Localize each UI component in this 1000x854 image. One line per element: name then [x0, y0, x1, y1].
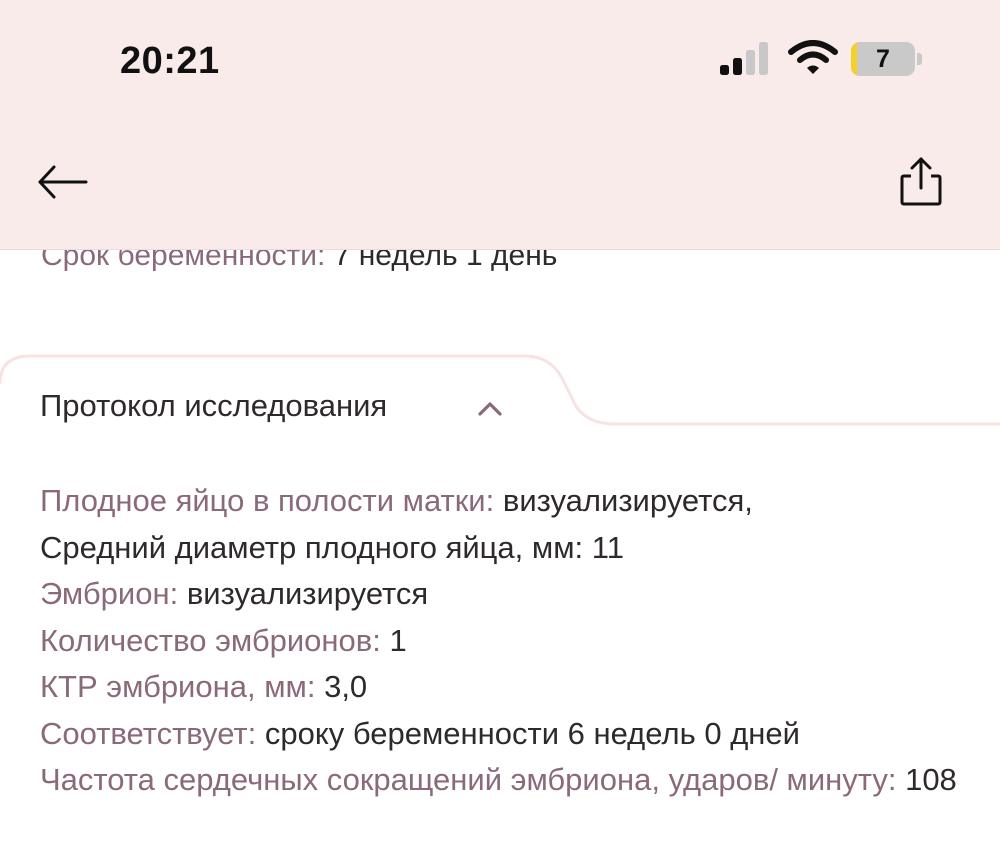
battery-indicator: 7: [851, 42, 922, 76]
back-button[interactable]: [36, 162, 90, 202]
share-button[interactable]: [896, 156, 946, 208]
protocol-value: сроку беременности 6 недель 0 дней: [264, 715, 800, 751]
chevron-up-icon[interactable]: [478, 400, 502, 416]
protocol-row-matches: Соответствует: сроку беременности 6 неде…: [40, 711, 970, 758]
section-title: Протокол исследования: [40, 388, 388, 423]
protocol-value: Средний диаметр плодного яйца, мм: 11: [40, 529, 624, 565]
cellular-signal-icon: [720, 42, 768, 75]
status-time: 20:21: [120, 40, 220, 82]
protocol-label: Соответствует:: [40, 715, 257, 751]
protocol-label: Количество эмбрионов:: [40, 622, 381, 658]
battery-cap: [917, 53, 922, 65]
protocol-value: визуализируется: [186, 576, 429, 611]
protocol-label: КТР эмбриона, мм:: [40, 669, 316, 704]
battery-level: 7: [876, 45, 890, 73]
protocol-value: 108: [905, 762, 957, 797]
arrow-left-icon: [38, 165, 88, 199]
protocol-row-heart-rate: Частота сердечных сокращений эмбриона, у…: [40, 757, 970, 804]
protocol-row-sac-diameter: Средний диаметр плодного яйца, мм: 11: [40, 525, 970, 572]
battery-body: 7: [851, 42, 915, 76]
protocol-value: 3,0: [324, 669, 368, 704]
protocol-label: Плодное яйцо в полости матки:: [40, 483, 495, 518]
protocol-label: Эмбрион:: [40, 576, 179, 611]
app-header: 20:21 7: [0, 0, 1000, 250]
wifi-icon: [788, 40, 838, 74]
app-screen: Срок беременности: 7 недель 1 день Прото…: [0, 0, 1000, 854]
protocol-label: Частота сердечных сокращений эмбриона, у…: [40, 762, 897, 797]
protocol-row-gestational-sac: Плодное яйцо в полости матки: визуализир…: [40, 478, 970, 525]
protocol-list: Плодное яйцо в полости матки: визуализир…: [40, 478, 970, 804]
protocol-value: визуализируется,: [502, 483, 753, 518]
protocol-value: 1: [389, 622, 407, 658]
protocol-row-embryo-count: Количество эмбрионов: 1: [40, 618, 970, 665]
share-icon: [900, 157, 942, 206]
protocol-row-embryo: Эмбрион: визуализируется: [40, 571, 970, 618]
protocol-row-crl: КТР эмбриона, мм: 3,0: [40, 664, 970, 711]
